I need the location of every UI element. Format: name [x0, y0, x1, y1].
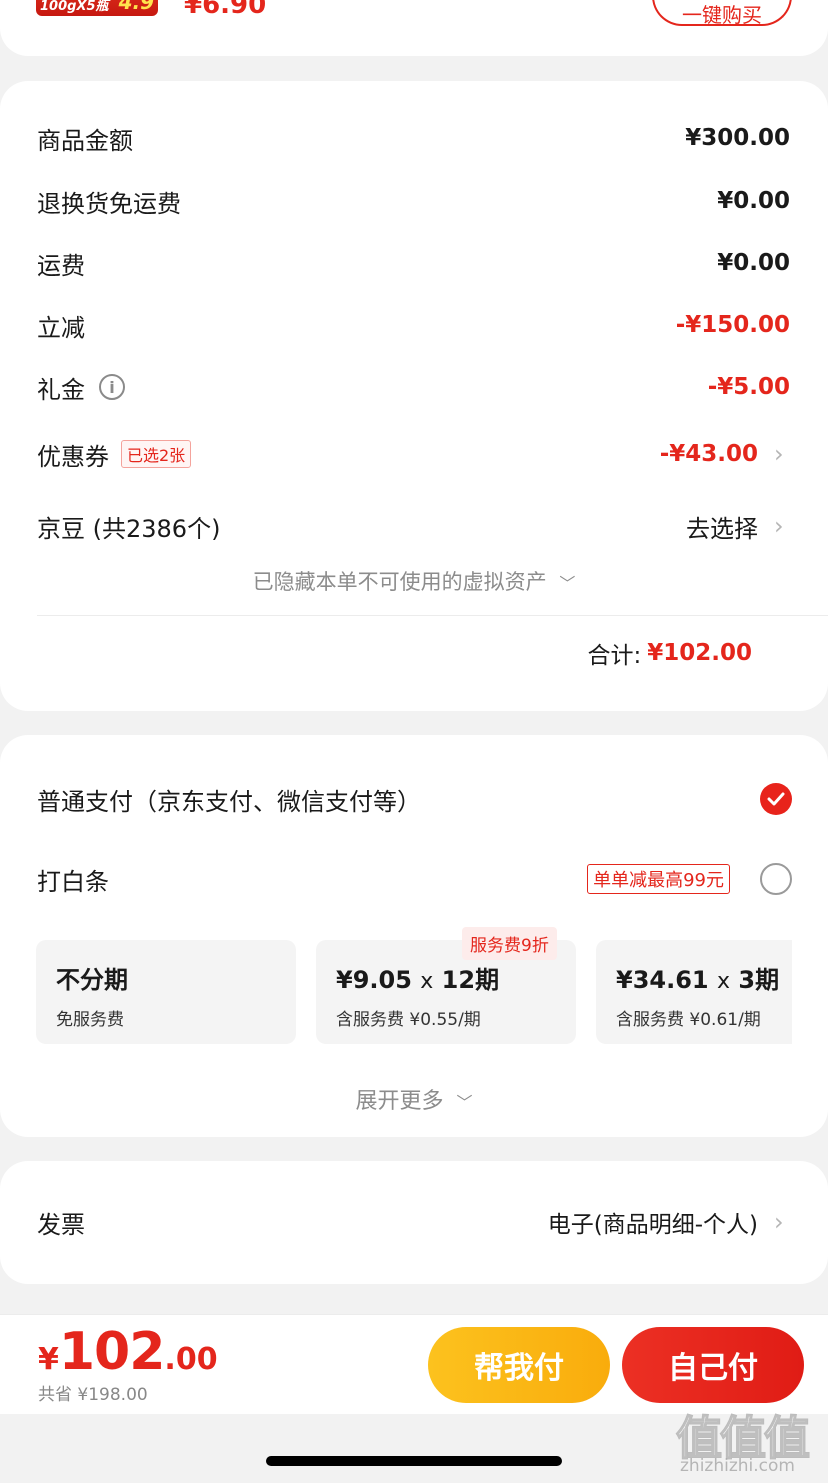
total-label: 合计: — [587, 643, 642, 669]
payment-normal-label: 普通支付（京东支付、微信支付等） — [37, 787, 421, 816]
self-pay-label: 自己付 — [668, 1351, 758, 1386]
divider — [37, 615, 828, 616]
chevron-right-icon: › — [774, 512, 784, 540]
gift-money-value: -¥5.00 — [707, 374, 790, 400]
payment-normal[interactable]: 普通支付（京东支付、微信支付等） — [37, 779, 792, 819]
watermark-url: zhizhizhi.com — [680, 1456, 795, 1476]
return-shipping-value: ¥0.00 — [717, 188, 790, 214]
goods-amount-value: ¥300.00 — [685, 125, 790, 151]
plan-times: x — [716, 969, 731, 994]
plan-times: x — [420, 969, 434, 994]
coupon-label: 优惠券 已选2张 — [37, 437, 192, 472]
instant-discount-label: 立减 — [37, 313, 85, 342]
baitiao-promo-tag: 单单减最高99元 — [587, 864, 730, 894]
row-shipping: 运费 ¥0.00 — [37, 243, 792, 283]
invoice-row[interactable]: 发票 电子(商品明细-个人) › — [37, 1202, 788, 1242]
row-jingdou[interactable]: 京豆 (共2386个) 去选择 › — [37, 506, 788, 546]
expand-more-text: 展开更多 — [355, 1089, 444, 1114]
product-price: ¥6.90 — [184, 0, 267, 20]
checked-icon[interactable] — [760, 783, 792, 815]
one-click-buy-button[interactable]: 一键购买 — [652, 0, 792, 26]
pack-label: 100gX5瓶 — [40, 0, 109, 14]
service-fee-discount-badge: 服务费9折 — [462, 927, 557, 960]
coupon-text: 优惠券 — [37, 442, 109, 471]
row-goods-amount: 商品金额 ¥300.00 — [37, 118, 792, 158]
plan-sub: 免服务费 — [56, 1010, 124, 1030]
goods-amount-label: 商品金额 — [37, 126, 133, 155]
total-value: ¥102.00 — [647, 640, 752, 666]
invoice-label: 发票 — [37, 1210, 85, 1239]
home-indicator[interactable] — [266, 1456, 562, 1466]
footer-saved: 共省 ¥198.00 — [38, 1385, 148, 1405]
chevron-down-icon: ﹀ — [559, 574, 576, 593]
jingdou-label: 京豆 (共2386个) — [37, 514, 221, 543]
row-gift-money: 礼金 i -¥5.00 — [37, 367, 792, 407]
plan-title: ¥9.05 x 12期 — [336, 960, 556, 995]
baitiao-label: 打白条 — [37, 867, 109, 896]
row-instant-discount: 立减 -¥150.00 — [37, 305, 792, 345]
plan-title: 不分期 — [56, 960, 276, 995]
product-card: 100gX5瓶 4.9 ¥6.90 一键购买 — [0, 0, 828, 56]
payment-baitiao[interactable]: 打白条 单单减最高99元 — [37, 859, 792, 899]
plan-title: ¥34.61 x 3期 — [616, 960, 779, 995]
footer-price-int: 102 — [58, 1322, 166, 1382]
total-row: 合计: ¥102.00 — [587, 636, 752, 670]
plan-periods: 12期 — [441, 966, 500, 994]
info-icon[interactable]: i — [99, 374, 125, 400]
footer-price: ¥ 102 .00 — [38, 1322, 218, 1382]
footer-price-dec: .00 — [164, 1342, 218, 1377]
help-pay-button[interactable]: 帮我付 — [428, 1327, 610, 1403]
row-coupon[interactable]: 优惠券 已选2张 -¥43.00 › — [37, 434, 788, 474]
invoice-value: 电子(商品明细-个人) — [547, 1212, 758, 1238]
plan-sub: 含服务费 ¥0.55/期 — [336, 1010, 481, 1030]
instant-discount-value: -¥150.00 — [675, 312, 790, 338]
gift-money-text: 礼金 — [37, 375, 85, 404]
self-pay-button[interactable]: 自己付 — [622, 1327, 804, 1403]
product-badge-num: 4.9 — [118, 0, 154, 14]
plan-amount: ¥9.05 — [336, 966, 412, 994]
plan-main: 不分期 — [56, 966, 128, 994]
installment-plan-3[interactable]: ¥34.61 x 3期 含服务费 ¥0.61/期 — [596, 940, 792, 1044]
help-pay-label: 帮我付 — [474, 1351, 564, 1386]
hidden-assets-toggle[interactable]: 已隐藏本单不可使用的虚拟资产 ﹀ — [0, 566, 828, 596]
row-return-shipping: 退换货免运费 ¥0.00 — [37, 181, 792, 221]
chevron-right-icon: › — [774, 1208, 784, 1236]
hidden-assets-text: 已隐藏本单不可使用的虚拟资产 — [252, 570, 547, 594]
return-shipping-label: 退换货免运费 — [37, 189, 181, 218]
plan-periods: 3期 — [738, 966, 780, 994]
radio-unchecked-icon[interactable] — [760, 863, 792, 895]
shipping-label: 运费 — [37, 251, 85, 280]
coupon-value: -¥43.00 — [659, 441, 758, 467]
product-thumbnail: 100gX5瓶 4.9 — [36, 0, 158, 16]
installment-plan-none[interactable]: 不分期 免服务费 — [36, 940, 296, 1044]
footer-currency: ¥ — [38, 1342, 59, 1377]
jingdou-select: 去选择 — [686, 514, 758, 543]
gift-money-label: 礼金 i — [37, 370, 125, 405]
shipping-value: ¥0.00 — [717, 250, 790, 276]
chevron-right-icon: › — [774, 440, 784, 468]
one-click-buy-label: 一键购买 — [682, 3, 762, 26]
plan-amount: ¥34.61 — [616, 966, 709, 994]
expand-more-toggle[interactable]: 展开更多 ﹀ — [0, 1083, 828, 1115]
plan-sub: 含服务费 ¥0.61/期 — [616, 1010, 761, 1030]
coupon-selected-tag: 已选2张 — [121, 440, 192, 468]
chevron-down-icon: ﹀ — [456, 1093, 473, 1112]
